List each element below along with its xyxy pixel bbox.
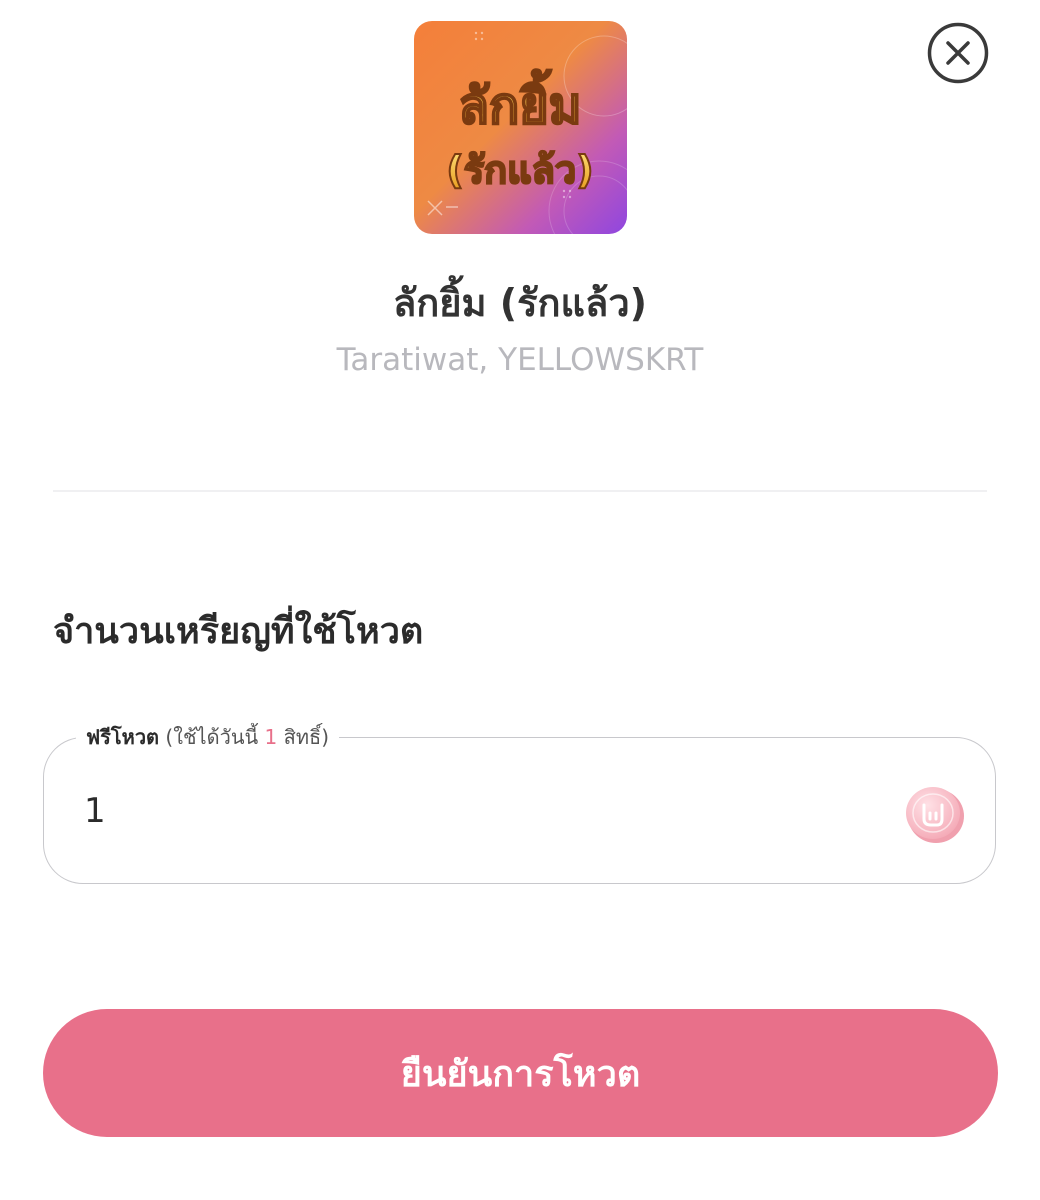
rock-hand-coin-icon [906, 787, 964, 843]
free-vote-quota-open: (ใช้ได้วันนี้ [165, 725, 259, 749]
vote-amount-heading: จำนวนเหรียญที่ใช้โหวต [53, 611, 424, 652]
close-circle-icon [927, 22, 989, 84]
close-button[interactable] [927, 22, 989, 84]
coin [903, 783, 965, 845]
free-vote-quota-count: 1 [264, 725, 278, 749]
album-cover: ลักยิ้ม (รักแล้ว) [414, 21, 627, 234]
svg-text:(รักแล้ว): (รักแล้ว) [446, 148, 593, 192]
vote-amount-input[interactable] [84, 786, 844, 836]
divider [53, 490, 987, 492]
svg-text:ลักยิ้ม: ลักยิ้ม [458, 69, 581, 135]
free-vote-quota-close: สิทธิ์) [283, 725, 330, 749]
song-title: ลักยิ้ม (รักแล้ว) [392, 281, 648, 325]
song-artist: Taratiwat, YELLOWSKRT [336, 342, 704, 378]
free-vote-label: ฟรีโหวต [86, 725, 160, 749]
free-vote-legend: ฟรีโหวต (ใช้ได้วันนี้ 1 สิทธิ์) [76, 722, 340, 752]
confirm-vote-button[interactable]: ยืนยันการโหวต [43, 1009, 998, 1137]
